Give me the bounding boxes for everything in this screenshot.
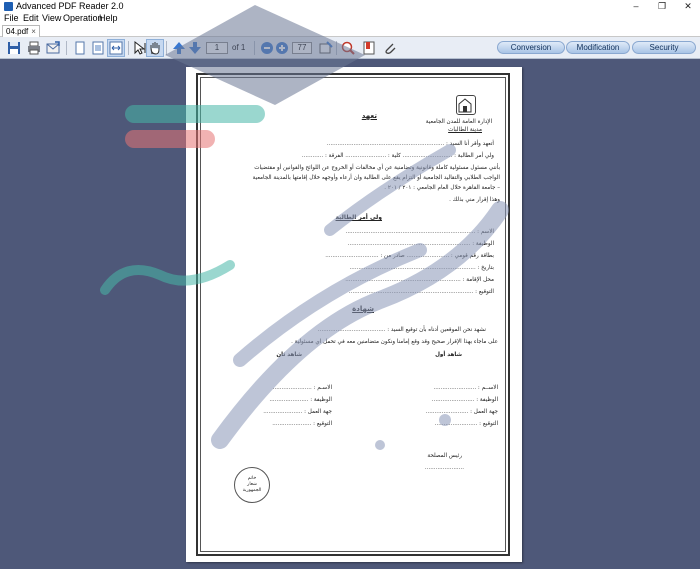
- w2-field-signature: التوقيع : ......................: [272, 421, 332, 427]
- university-logo: [456, 95, 476, 115]
- toolbar: 1 of 1 77 Conversion Modification Securi…: [0, 37, 700, 59]
- fit-page-icon[interactable]: [90, 40, 106, 56]
- zoom-level-input[interactable]: 77: [292, 42, 312, 54]
- menu-edit[interactable]: Edit: [23, 12, 39, 24]
- next-page-icon[interactable]: [187, 40, 203, 56]
- w1-field-name: الاســم : ........................: [433, 385, 498, 391]
- toolbar-separator: [128, 41, 129, 55]
- guardian-name: الاسم : ................................…: [345, 229, 494, 235]
- witness-line-2: على ماجاء بهذا الإقرار صحيح وقد وقع إمام…: [291, 339, 498, 345]
- single-page-icon[interactable]: [72, 40, 88, 56]
- guardian-id: بطاقة رقم قومي : .......................…: [325, 253, 494, 259]
- guardian-date: بتاريخ : ...............................…: [349, 265, 494, 271]
- hall-head-label: رئيس المصلحة: [427, 453, 462, 459]
- doc-line-6: وهذا إقرار مني بذلك .: [449, 197, 500, 203]
- fit-width-icon[interactable]: [107, 39, 125, 57]
- guardian-signature: التوقيع : ..............................…: [348, 289, 494, 295]
- witness-line-1: نشهد نحن الموقعين أدناه بأن توقيع السيد …: [317, 327, 486, 333]
- org-line-2: مدينة الطالبات: [448, 127, 482, 133]
- bookmark-icon[interactable]: [361, 40, 377, 56]
- menu-file[interactable]: File: [4, 12, 19, 24]
- first-witness-label: شاهد أول: [435, 352, 462, 358]
- doc-line-5: – جامعة القاهرة خلال العام الجامعي : ٢٠١…: [384, 185, 500, 191]
- guardian-address: محل الإقامة : ..........................…: [345, 277, 494, 283]
- title-bar: Advanced PDF Reader 2.0 – ❐ ✕: [0, 0, 700, 12]
- second-witness-label: شاهد ثان: [276, 352, 302, 358]
- w2-field-employer: جهة العمل : ......................: [263, 409, 332, 415]
- document-tab-bar: 04.pdf ×: [0, 24, 700, 37]
- search-icon[interactable]: [340, 40, 356, 56]
- guardian-job: الوظيفة : ..............................…: [347, 241, 494, 247]
- hall-head-dots: ......................: [424, 465, 464, 471]
- tab-label: 04.pdf: [6, 27, 29, 36]
- w1-field-job: الوظيفة : ........................: [431, 397, 498, 403]
- w1-field-signature: التوقيع : ........................: [434, 421, 498, 427]
- document-title: تعهد: [361, 112, 377, 120]
- page-total-label: of 1: [232, 43, 246, 52]
- document-content: الإدارة العامة للمدن الجامعية مدينة الطا…: [186, 67, 522, 562]
- window-title: Advanced PDF Reader 2.0: [16, 1, 124, 11]
- security-button[interactable]: Security: [632, 41, 696, 54]
- toolbar-separator: [254, 41, 255, 55]
- menu-operation[interactable]: Operation: [63, 12, 103, 24]
- save-icon[interactable]: [6, 40, 22, 56]
- hand-tool-icon[interactable]: [146, 39, 164, 57]
- conversion-button[interactable]: Conversion: [497, 41, 565, 54]
- modification-button[interactable]: Modification: [566, 41, 630, 54]
- zoom-out-icon[interactable]: [259, 40, 275, 56]
- select-text-icon[interactable]: [132, 40, 148, 56]
- minimize-button[interactable]: –: [624, 0, 648, 12]
- doc-line-1: أتعهد وأقر أنا السيد : .................…: [326, 141, 494, 147]
- org-line-1: الإدارة العامة للمدن الجامعية: [425, 119, 492, 125]
- menu-help[interactable]: Help: [99, 12, 118, 24]
- toolbar-separator: [66, 41, 67, 55]
- w2-field-job: الوظيفة : ......................: [269, 397, 332, 403]
- print-icon[interactable]: [26, 40, 42, 56]
- witness-title: شهادة: [352, 305, 374, 313]
- w1-field-employer: جهة العمل : ........................: [425, 409, 498, 415]
- maximize-button[interactable]: ❐: [650, 0, 674, 12]
- doc-line-2: ولي أمر الطالبة : ......................…: [301, 153, 494, 159]
- previous-page-icon[interactable]: [171, 40, 187, 56]
- app-icon: [4, 2, 13, 11]
- document-viewer[interactable]: الإدارة العامة للمدن الجامعية مدينة الطا…: [0, 59, 700, 569]
- doc-line-4: الواجب الطلابي والتقاليد الجامعية أو الت…: [252, 175, 500, 181]
- email-icon[interactable]: [45, 40, 61, 56]
- tab-document[interactable]: 04.pdf ×: [2, 25, 40, 37]
- toolbar-separator: [336, 41, 337, 55]
- menu-bar: File Edit View Operation Help: [0, 12, 700, 24]
- close-button[interactable]: ✕: [676, 0, 700, 12]
- zoom-mode-icon[interactable]: [318, 40, 334, 56]
- page-number-input[interactable]: 1: [206, 42, 228, 54]
- w2-field-name: الاسـم : ......................: [272, 385, 332, 391]
- stamp-circle: خاتم شعار الجمهورية: [234, 467, 270, 503]
- pdf-page: الإدارة العامة للمدن الجامعية مدينة الطا…: [186, 67, 522, 562]
- zoom-in-icon[interactable]: [274, 40, 290, 56]
- tab-close-icon[interactable]: ×: [31, 27, 36, 36]
- doc-line-3: بأنني مسئول مسئولية كاملة وقانونية وتضام…: [254, 165, 500, 171]
- menu-view[interactable]: View: [42, 12, 61, 24]
- attachment-icon[interactable]: [382, 40, 398, 56]
- guardian-title: ولي أمر الطالبة: [335, 214, 382, 221]
- toolbar-separator: [166, 41, 167, 55]
